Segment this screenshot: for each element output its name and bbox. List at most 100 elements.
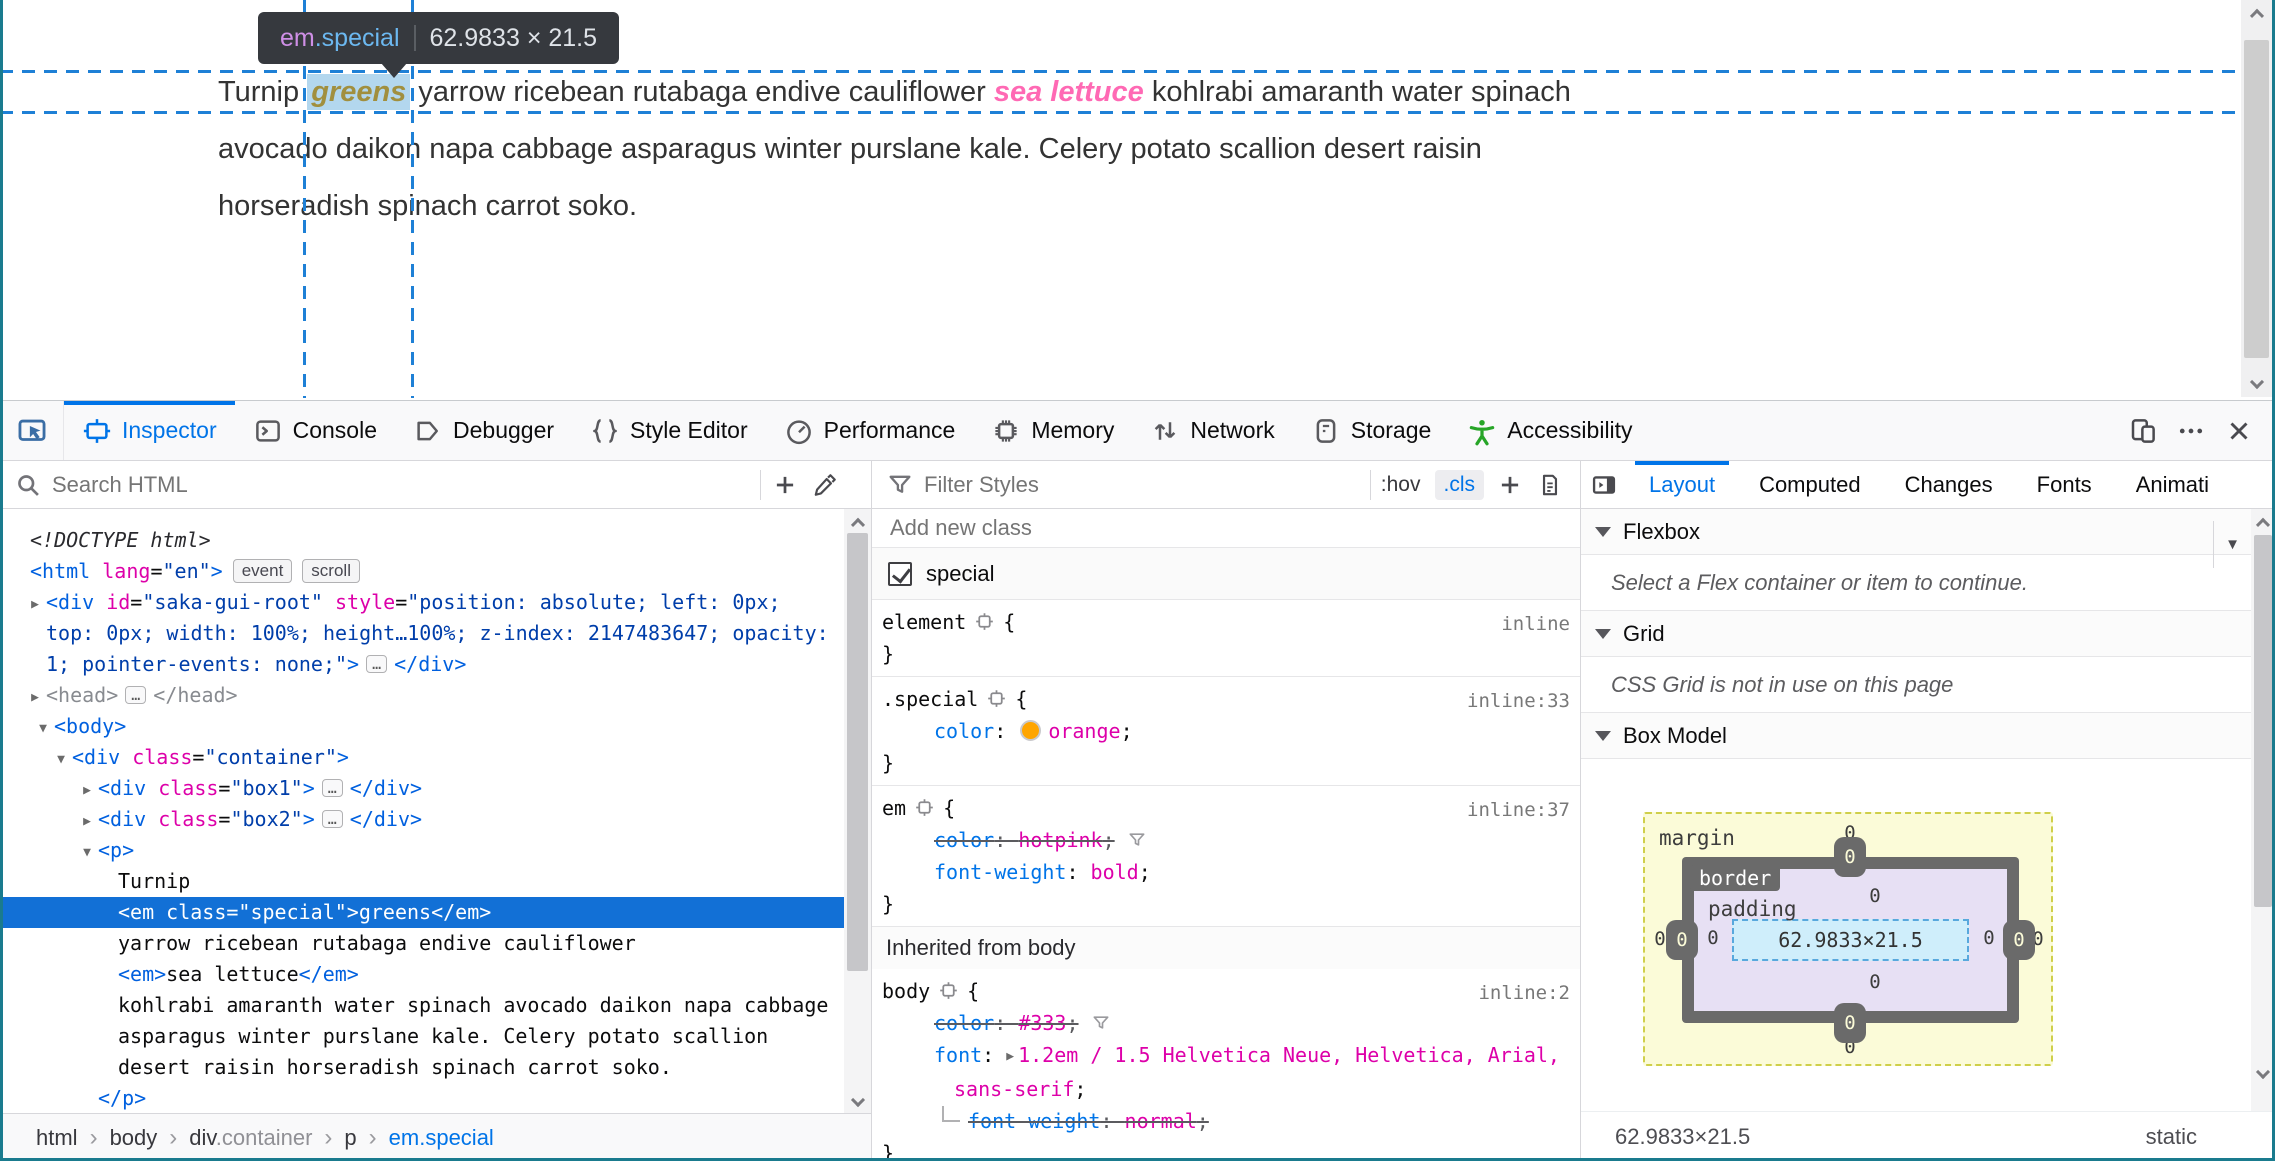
css-property-name[interactable]: color xyxy=(934,828,994,852)
css-property-name[interactable]: font-weight xyxy=(934,860,1066,884)
tab-debugger[interactable]: Debugger xyxy=(395,401,572,460)
markup-row[interactable]: <!DOCTYPE html> xyxy=(0,525,871,556)
rule-selector[interactable]: body xyxy=(882,979,930,1003)
layout-scrollbar-thumb[interactable] xyxy=(2254,535,2272,907)
sidebar-tab-computed[interactable]: Computed xyxy=(1737,461,1883,508)
toggle-classes-button[interactable]: .cls xyxy=(1434,469,1484,500)
css-property-name[interactable]: color xyxy=(934,1011,994,1035)
markup-row[interactable]: ▼ <div class="container"> xyxy=(0,742,871,773)
tab-performance[interactable]: Performance xyxy=(766,401,974,460)
rule-source-link[interactable]: inline:2 xyxy=(1478,977,1570,1009)
twisty-expanded-icon[interactable]: ▼ xyxy=(32,713,54,744)
padding-top-value[interactable]: 0 xyxy=(1862,885,1888,907)
rule-selector[interactable]: element xyxy=(882,610,966,634)
all-tabs-menu-icon[interactable]: ▼ xyxy=(2213,521,2251,568)
markup-row[interactable]: <em>sea lettuce</em> xyxy=(0,959,871,990)
eyedropper-icon[interactable] xyxy=(805,465,845,505)
scroll-up-arrow-icon[interactable] xyxy=(2251,509,2275,535)
class-checkbox[interactable] xyxy=(888,561,912,586)
tab-console[interactable]: Console xyxy=(235,401,395,460)
twisty-collapsed-icon[interactable]: ▶ xyxy=(76,806,98,837)
css-declaration[interactable]: font-weight: normal; xyxy=(882,1105,1580,1137)
markup-row[interactable]: asparagus winter purslane kale. Celery p… xyxy=(0,1021,871,1052)
meatball-menu-icon[interactable] xyxy=(2167,401,2215,460)
event-badge[interactable]: scroll xyxy=(302,559,360,583)
css-declaration[interactable]: color: orange; xyxy=(882,715,1580,747)
css-declaration[interactable]: color: hotpink; xyxy=(882,824,1580,856)
selector-highlighter-icon[interactable] xyxy=(974,609,995,630)
rule-source-link[interactable]: inline xyxy=(1501,608,1570,640)
scroll-down-arrow-icon[interactable] xyxy=(844,1087,871,1113)
css-property-value[interactable]: normal xyxy=(1125,1109,1197,1133)
css-declaration[interactable]: font-weight: bold; xyxy=(882,856,1580,888)
markup-row[interactable]: ▶ <div class="box2"> … </div> xyxy=(0,804,871,835)
expand-ellipsis-icon[interactable]: … xyxy=(321,779,343,797)
tab-inspector[interactable]: Inspector xyxy=(64,401,235,460)
flexbox-section-header[interactable]: Flexbox xyxy=(1581,509,2275,555)
scroll-down-arrow-icon[interactable] xyxy=(2251,1059,2275,1085)
box-model-section-header[interactable]: Box Model xyxy=(1581,713,2275,759)
responsive-design-mode-icon[interactable] xyxy=(2119,401,2167,460)
toggle-pseudo-classes-button[interactable]: :hov xyxy=(1375,470,1427,500)
border-bottom-value[interactable]: 0 xyxy=(1834,1003,1866,1043)
twisty-collapsed-icon[interactable]: ▶ xyxy=(76,775,98,806)
print-media-simulation-icon[interactable] xyxy=(1530,465,1570,505)
rule-source-link[interactable]: inline:33 xyxy=(1467,685,1570,717)
border-left-value[interactable]: 0 xyxy=(1666,920,1698,960)
markup-row[interactable]: ▶ <div id="saka-gui-root" style="position… xyxy=(0,587,871,618)
markup-row[interactable]: </p> xyxy=(0,1083,871,1113)
breadcrumb-item-p[interactable]: p xyxy=(344,1125,356,1151)
markup-row[interactable]: yarrow ricebean rutabaga endive cauliflo… xyxy=(0,928,871,959)
add-node-button[interactable] xyxy=(765,465,805,505)
breadcrumb-item-html[interactable]: html xyxy=(36,1125,78,1151)
search-input[interactable]: Search HTML xyxy=(52,472,756,498)
css-property-value[interactable]: bold xyxy=(1091,860,1139,884)
twisty-expanded-icon[interactable]: ▼ xyxy=(50,744,72,775)
css-property-value[interactable]: hotpink xyxy=(1018,828,1102,852)
tab-network[interactable]: Network xyxy=(1132,401,1292,460)
css-declaration[interactable]: font: ▶ 1.2em / 1.5 Helvetica Neue, Helve… xyxy=(882,1039,1580,1073)
css-declaration[interactable]: color: #333; xyxy=(882,1007,1580,1039)
scroll-up-arrow-icon[interactable] xyxy=(2241,0,2272,26)
markup-row[interactable]: top: 0px; width: 100%; height…100%; z-in… xyxy=(0,618,871,649)
pick-element-button[interactable] xyxy=(0,401,64,460)
breadcrumb-item-div[interactable]: div.container xyxy=(189,1125,312,1151)
markup-row[interactable]: Turnip xyxy=(0,866,871,897)
expand-ellipsis-icon[interactable]: … xyxy=(321,810,343,828)
border-top-value[interactable]: 0 xyxy=(1834,837,1866,877)
sidebar-tab-fonts[interactable]: Fonts xyxy=(2015,461,2114,508)
add-new-class-input[interactable]: Add new class xyxy=(872,509,1580,548)
markup-row[interactable]: ▼ <p> xyxy=(0,835,871,866)
css-property-value[interactable]: orange xyxy=(1048,719,1120,743)
markup-scrollbar-thumb[interactable] xyxy=(847,533,868,971)
padding-right-value[interactable]: 0 xyxy=(1976,927,2002,949)
breadcrumb-item-body[interactable]: body xyxy=(110,1125,158,1151)
markup-scrollbar[interactable] xyxy=(844,509,871,1113)
sidebar-toggle-icon[interactable] xyxy=(1581,461,1627,508)
rule-selector[interactable]: em xyxy=(882,796,906,820)
scroll-down-arrow-icon[interactable] xyxy=(2241,369,2272,395)
filter-styles-input[interactable]: Filter Styles xyxy=(924,472,1366,498)
grid-section-header[interactable]: Grid xyxy=(1581,611,2275,657)
tab-storage[interactable]: Storage xyxy=(1293,401,1450,460)
markup-row[interactable]: desert raisin horseradish spinach carrot… xyxy=(0,1052,871,1083)
markup-row[interactable]: 1; pointer-events: none;"> … </div> xyxy=(0,649,871,680)
border-right-value[interactable]: 0 xyxy=(2003,920,2035,960)
markup-row[interactable]: ▶ <head> … </head> xyxy=(0,680,871,711)
overridden-filter-icon[interactable] xyxy=(1127,827,1147,847)
tab-accessibility[interactable]: Accessibility xyxy=(1449,401,1650,460)
selector-highlighter-icon[interactable] xyxy=(986,686,1007,707)
layout-scrollbar[interactable] xyxy=(2251,509,2275,1111)
css-property-value[interactable]: 1.2em / 1.5 Helvetica Neue, Helvetica, A… xyxy=(1018,1043,1560,1067)
sidebar-tab-animati[interactable]: Animati xyxy=(2114,461,2231,508)
markup-row-selected[interactable]: <em class="special">greens</em> xyxy=(0,897,871,928)
expand-computed-icon[interactable]: ▶ xyxy=(1006,1049,1014,1064)
color-swatch[interactable] xyxy=(1020,720,1042,741)
page-scrollbar[interactable] xyxy=(2241,0,2272,397)
expand-ellipsis-icon[interactable]: … xyxy=(366,655,388,673)
tab-styleeditor[interactable]: Style Editor xyxy=(572,401,766,460)
sidebar-tab-layout[interactable]: Layout xyxy=(1627,461,1737,508)
overridden-filter-icon[interactable] xyxy=(1091,1010,1111,1030)
css-property-name[interactable]: color xyxy=(934,719,994,743)
markup-row[interactable]: <html lang="en"> event scroll xyxy=(0,556,871,587)
